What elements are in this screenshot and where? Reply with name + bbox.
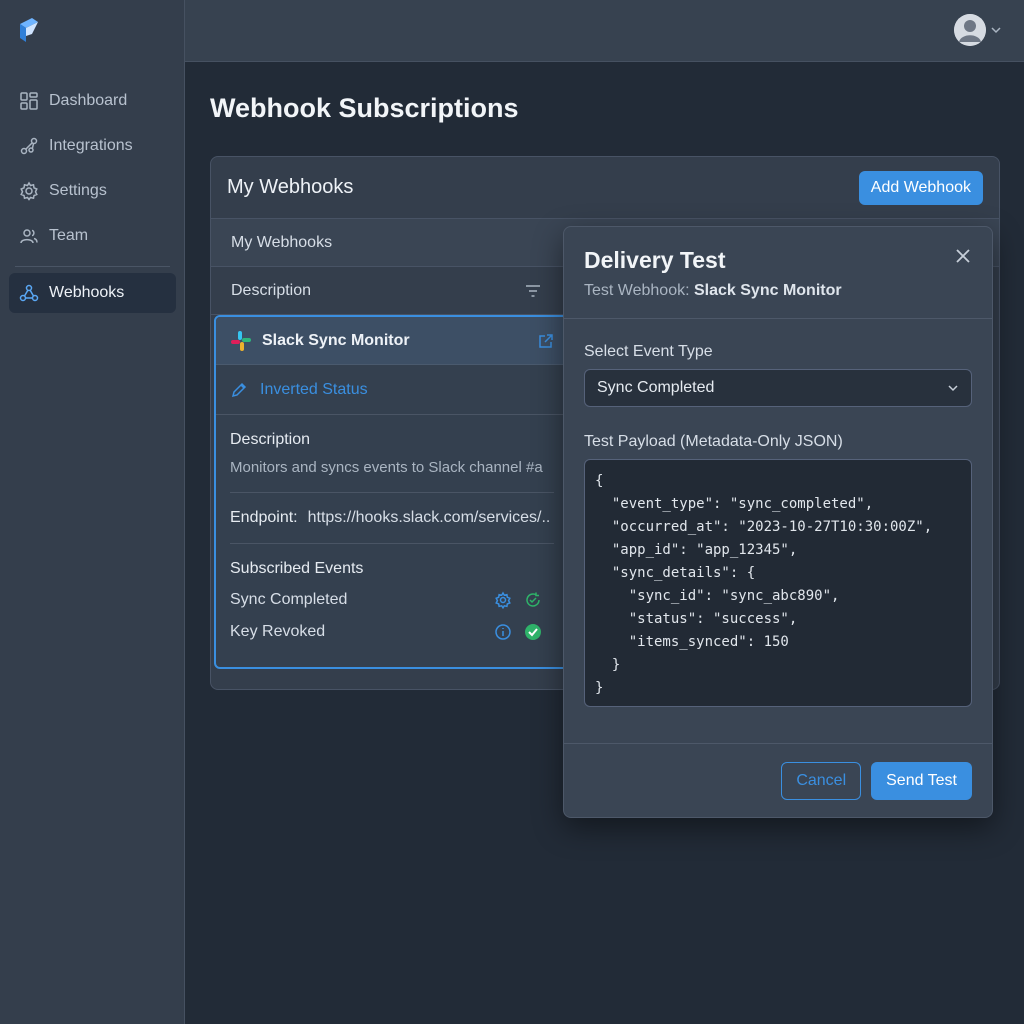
modal-body: Select Event Type Sync Completed Test Pa… — [564, 319, 992, 707]
sidebar-nav: Dashboard Integrations Settings Team Web… — [0, 76, 185, 318]
sidebar-item-integrations[interactable]: Integrations — [9, 126, 176, 166]
panel-header: My Webhooks Add Webhook — [211, 157, 999, 219]
modal-footer: Cancel Send Test — [564, 743, 992, 817]
info-icon[interactable] — [494, 623, 512, 641]
description-label: Description — [230, 431, 311, 448]
webhook-icon — [19, 284, 39, 302]
sidebar-item-label: Webhooks — [49, 284, 125, 301]
sidebar-divider — [15, 266, 170, 267]
modal-header: Delivery Test Test Webhook: Slack Sync M… — [564, 227, 992, 319]
app-logo-icon[interactable] — [16, 16, 42, 44]
subscribed-events-label: Subscribed Events — [230, 560, 364, 577]
send-test-button[interactable]: Send Test — [871, 761, 972, 800]
endpoint-value: https://hooks.slack.com/services/.. — [307, 509, 551, 526]
chevron-down-icon[interactable] — [990, 24, 1002, 36]
cancel-button[interactable]: Cancel — [781, 761, 862, 800]
page-title: Webhook Subscriptions — [210, 93, 519, 123]
endpoint-row: Endpoint: https://hooks.slack.com/servic… — [216, 493, 568, 543]
status-row[interactable]: Inverted Status — [216, 365, 568, 415]
payload-editor[interactable]: { "event_type": "sync_completed", "occur… — [584, 459, 972, 707]
modal-title: Delivery Test — [584, 247, 726, 273]
filter-icon[interactable] — [525, 283, 541, 299]
close-icon[interactable] — [954, 247, 972, 265]
webhook-card[interactable]: Slack Sync Monitor Inverted Status Descr… — [214, 315, 570, 669]
event-type-select[interactable]: Sync Completed — [584, 369, 972, 407]
slack-icon — [231, 330, 251, 351]
sidebar-item-label: Team — [49, 227, 89, 244]
check-circle-icon — [525, 624, 541, 640]
webhook-name: Slack Sync Monitor — [262, 331, 410, 349]
payload-label: Test Payload (Metadata-Only JSON) — [584, 433, 843, 450]
modal-subtitle: Test Webhook: Slack Sync Monitor — [584, 282, 972, 300]
description-section: Description Monitors and syncs events to… — [216, 415, 568, 492]
delivery-test-modal: Delivery Test Test Webhook: Slack Sync M… — [563, 226, 993, 818]
sidebar-item-label: Dashboard — [49, 92, 128, 109]
event-actions — [494, 591, 542, 609]
avatar[interactable] — [954, 14, 986, 46]
sidebar-item-team[interactable]: Team — [9, 216, 176, 256]
pencil-icon — [231, 382, 247, 397]
event-type-value: Sync Completed — [597, 379, 715, 396]
chevron-down-icon — [948, 385, 958, 392]
event-name: Sync Completed — [230, 591, 348, 608]
webhook-card-header: Slack Sync Monitor — [216, 317, 568, 365]
add-webhook-button[interactable]: Add Webhook — [858, 170, 983, 205]
sidebar-item-dashboard[interactable]: Dashboard — [9, 81, 176, 121]
event-name: Key Revoked — [230, 623, 326, 640]
sidebar-item-label: Settings — [49, 182, 107, 199]
refresh-check-icon[interactable] — [524, 591, 542, 609]
integrations-icon — [20, 137, 38, 155]
event-row[interactable]: Sync Completed — [230, 584, 554, 616]
panel-title: My Webhooks — [227, 176, 354, 198]
subscribed-events-section: Subscribed Events Sync Completed Key Rev… — [216, 544, 568, 648]
gear-icon — [20, 181, 38, 201]
event-actions — [494, 623, 542, 641]
column-header-label: Description — [231, 281, 312, 299]
event-type-label: Select Event Type — [584, 343, 713, 360]
status-label: Inverted Status — [260, 380, 368, 398]
user-avatar-icon — [954, 14, 986, 46]
column-header-description: Description — [211, 267, 567, 315]
sidebar-item-settings[interactable]: Settings — [9, 171, 176, 211]
modal-subtitle-prefix: Test Webhook: — [584, 282, 690, 299]
grid-icon — [20, 92, 38, 110]
sidebar-item-label: Integrations — [49, 137, 133, 154]
endpoint-label: Endpoint: — [230, 509, 298, 526]
sidebar-item-webhooks[interactable]: Webhooks — [9, 273, 176, 313]
external-link-icon[interactable] — [538, 333, 554, 349]
sidebar: Dashboard Integrations Settings Team Web… — [0, 0, 185, 1024]
modal-subtitle-name: Slack Sync Monitor — [694, 282, 842, 299]
event-row[interactable]: Key Revoked — [230, 616, 554, 648]
users-icon — [20, 229, 38, 244]
description-text: Monitors and syncs events to Slack chann… — [230, 459, 543, 476]
table-header-label: My Webhooks — [231, 233, 333, 251]
topbar — [185, 0, 1024, 62]
gear-icon[interactable] — [494, 591, 512, 609]
